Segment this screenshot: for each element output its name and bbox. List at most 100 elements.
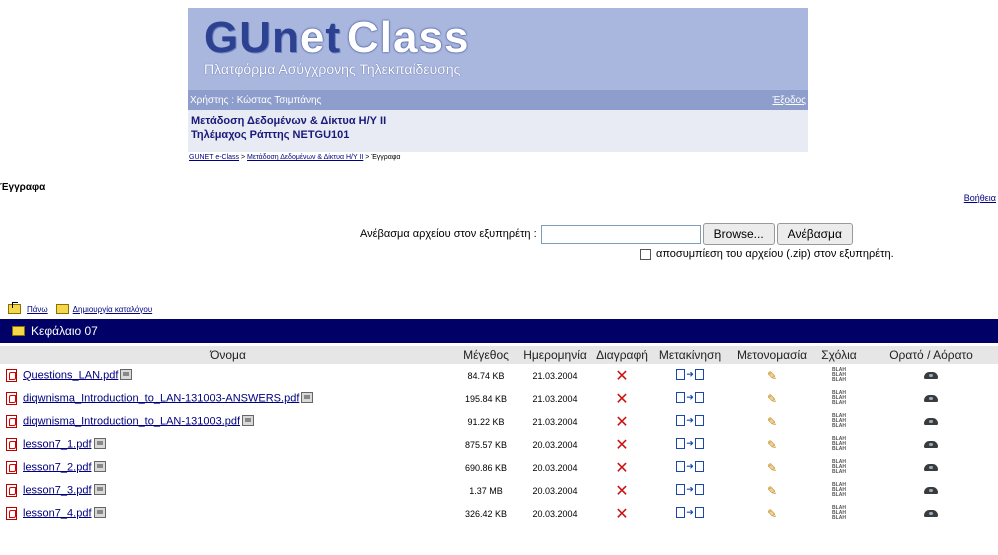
comment-icon[interactable]: BLAH BLAH BLAH xyxy=(832,506,846,521)
file-size: 195.84 KB xyxy=(464,393,508,404)
unzip-option: αποσυμπίεση του αρχείου (.zip) στον εξυπ… xyxy=(640,248,894,260)
move-icon[interactable]: ➜ xyxy=(676,369,704,380)
col-name: Όνομα xyxy=(0,346,456,364)
file-link[interactable]: diqwnisma_Introduction_to_LAN-131003-ANS… xyxy=(23,392,299,404)
rename-cell: ✎ xyxy=(730,364,814,387)
file-link[interactable]: Questions_LAN.pdf xyxy=(23,369,118,381)
file-name-cell: lesson7_4.pdf xyxy=(0,502,456,525)
save-icon[interactable] xyxy=(93,461,106,472)
delete-icon[interactable]: ✕ xyxy=(615,481,628,500)
rename-icon[interactable]: ✎ xyxy=(767,484,777,498)
create-dir-link[interactable]: Δημιουργία καταλόγου xyxy=(55,304,152,314)
upload-button[interactable]: Ανέβασμα xyxy=(776,223,853,245)
delete-icon[interactable]: ✕ xyxy=(615,366,628,385)
move-cell: ➜ xyxy=(650,433,730,456)
rename-icon[interactable]: ✎ xyxy=(767,438,777,452)
eye-icon[interactable] xyxy=(924,463,938,471)
pdf-icon xyxy=(6,369,17,382)
delete-cell: ✕ xyxy=(594,433,650,456)
save-icon[interactable] xyxy=(93,507,106,518)
comment-cell: BLAH BLAH BLAH xyxy=(814,456,864,479)
delete-icon[interactable]: ✕ xyxy=(615,458,628,477)
delete-cell: ✕ xyxy=(594,456,650,479)
file-date: 20.03.2004 xyxy=(532,508,578,519)
pdf-icon xyxy=(6,438,17,451)
breadcrumb-current: Έγγραφα xyxy=(371,154,401,161)
comment-cell: BLAH BLAH BLAH xyxy=(814,433,864,456)
breadcrumb-home[interactable]: GUNET e-Class xyxy=(189,154,239,161)
delete-icon[interactable]: ✕ xyxy=(615,435,628,454)
comment-cell: BLAH BLAH BLAH xyxy=(814,502,864,525)
course-instructor: Τηλέμαχος Ράπτης NETGU101 xyxy=(191,129,350,141)
help-link[interactable]: Βοήθεια xyxy=(964,193,996,203)
breadcrumb-course[interactable]: Μετάδοση Δεδομένων & Δίκτυα Η/Υ ΙΙ xyxy=(247,154,363,161)
rename-icon[interactable]: ✎ xyxy=(767,392,777,406)
move-icon[interactable]: ➜ xyxy=(676,392,704,403)
visibility-cell xyxy=(864,387,998,410)
file-link[interactable]: lesson7_1.pdf xyxy=(23,438,92,450)
comment-icon[interactable]: BLAH BLAH BLAH xyxy=(832,483,846,498)
course-info: Μετάδοση Δεδομένων & Δίκτυα Η/Υ ΙΙ Τηλέμ… xyxy=(188,110,808,152)
browse-button[interactable]: Browse... xyxy=(702,223,775,245)
delete-icon[interactable]: ✕ xyxy=(615,389,628,408)
delete-cell: ✕ xyxy=(594,364,650,387)
save-icon[interactable] xyxy=(93,484,106,495)
pdf-icon xyxy=(6,484,17,497)
comment-cell: BLAH BLAH BLAH xyxy=(814,387,864,410)
save-icon[interactable] xyxy=(93,438,106,449)
delete-icon[interactable]: ✕ xyxy=(615,412,628,431)
move-icon[interactable]: ➜ xyxy=(676,484,704,495)
save-icon[interactable] xyxy=(301,392,314,403)
rename-icon[interactable]: ✎ xyxy=(767,507,777,521)
eye-icon[interactable] xyxy=(924,394,938,402)
rename-icon[interactable]: ✎ xyxy=(767,461,777,475)
file-name-cell: lesson7_2.pdf xyxy=(0,456,456,479)
save-icon[interactable] xyxy=(120,369,133,380)
move-icon[interactable]: ➜ xyxy=(676,507,704,518)
rename-icon[interactable]: ✎ xyxy=(767,415,777,429)
eye-icon[interactable] xyxy=(924,371,938,379)
comment-icon[interactable]: BLAH BLAH BLAH xyxy=(832,391,846,406)
col-comments: Σχόλια xyxy=(814,346,864,364)
dir-toolbar: Πάνω Δημιουργία καταλόγου xyxy=(8,302,160,314)
file-path-input[interactable] xyxy=(540,224,701,244)
up-link[interactable]: Πάνω xyxy=(8,302,48,314)
file-link[interactable]: lesson7_4.pdf xyxy=(23,507,92,519)
col-delete: Διαγραφή xyxy=(594,346,650,364)
col-move: Μετακίνηση xyxy=(650,346,730,364)
delete-icon[interactable]: ✕ xyxy=(615,504,628,523)
site-header: GUnet Class Πλατφόρμα Ασύγχρονης Τηλεκπαί… xyxy=(188,8,808,152)
file-size: 1.37 MB xyxy=(469,485,503,496)
comment-icon[interactable]: BLAH BLAH BLAH xyxy=(832,460,846,475)
visibility-cell xyxy=(864,479,998,502)
visibility-cell xyxy=(864,456,998,479)
comment-cell: BLAH BLAH BLAH xyxy=(814,364,864,387)
pdf-icon xyxy=(6,415,17,428)
move-cell: ➜ xyxy=(650,502,730,525)
logo-banner: GUnet Class Πλατφόρμα Ασύγχρονης Τηλεκπαί… xyxy=(188,8,808,90)
visibility-cell xyxy=(864,364,998,387)
comment-icon[interactable]: BLAH BLAH BLAH xyxy=(832,437,846,452)
move-icon[interactable]: ➜ xyxy=(676,438,704,449)
save-icon[interactable] xyxy=(242,415,255,426)
move-cell: ➜ xyxy=(650,479,730,502)
rename-cell: ✎ xyxy=(730,433,814,456)
logout-link[interactable]: Έξοδος xyxy=(772,95,806,106)
unzip-checkbox[interactable] xyxy=(640,248,651,260)
user-bar: Χρήστης : Κώστας Τσιμπάνης Έξοδος xyxy=(188,90,808,110)
eye-icon[interactable] xyxy=(924,509,938,517)
file-link[interactable]: lesson7_3.pdf xyxy=(23,484,92,496)
move-icon[interactable]: ➜ xyxy=(676,415,704,426)
eye-icon[interactable] xyxy=(924,440,938,448)
rename-icon[interactable]: ✎ xyxy=(767,369,777,383)
file-link[interactable]: diqwnisma_Introduction_to_LAN-131003.pdf xyxy=(23,415,240,427)
platform-tagline: Πλατφόρμα Ασύγχρονης Τηλεκπαίδευσης xyxy=(204,61,461,77)
eye-icon[interactable] xyxy=(924,486,938,494)
rename-cell: ✎ xyxy=(730,456,814,479)
move-cell: ➜ xyxy=(650,410,730,433)
move-icon[interactable]: ➜ xyxy=(676,461,704,472)
file-link[interactable]: lesson7_2.pdf xyxy=(23,461,92,473)
comment-icon[interactable]: BLAH BLAH BLAH xyxy=(832,368,846,383)
comment-icon[interactable]: BLAH BLAH BLAH xyxy=(832,414,846,429)
eye-icon[interactable] xyxy=(924,417,938,425)
